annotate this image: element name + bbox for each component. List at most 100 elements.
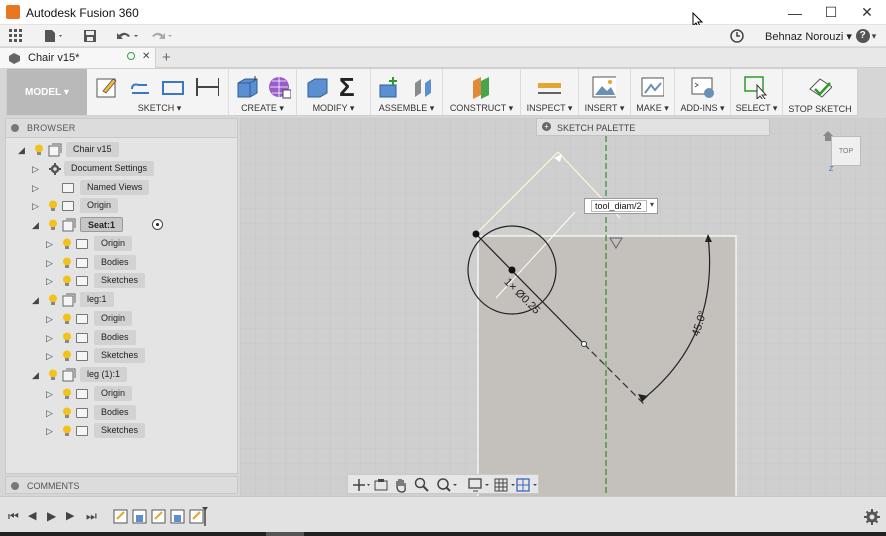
close-window-button[interactable]: ✕: [848, 0, 886, 25]
pan-hand-icon[interactable]: [394, 477, 408, 493]
select-group[interactable]: SELECT ▾: [731, 69, 783, 115]
visibility-bulb-icon[interactable]: [48, 369, 58, 381]
visibility-bulb-icon[interactable]: [62, 238, 72, 250]
job-status-button[interactable]: [729, 28, 745, 44]
browser-tree-row[interactable]: ◢ Seat:1: [32, 217, 237, 233]
expand-toggle-icon[interactable]: ◢: [18, 145, 27, 155]
look-at-icon[interactable]: [374, 478, 388, 492]
expand-toggle-icon[interactable]: ▷: [46, 426, 55, 436]
make-group[interactable]: MAKE ▾: [631, 69, 675, 115]
timeline-feature-component[interactable]: [132, 509, 147, 524]
dimension-input-caret[interactable]: ▾: [650, 200, 654, 209]
browser-tree-row[interactable]: ▷ Document Settings: [32, 160, 237, 177]
create-group[interactable]: CREATE ▾: [229, 69, 297, 115]
expand-toggle-icon[interactable]: ▷: [32, 164, 41, 174]
display-settings-icon[interactable]: [468, 477, 492, 493]
browser-tree-row[interactable]: ▷ Origin: [46, 385, 237, 402]
browser-header[interactable]: BROWSER: [6, 119, 237, 138]
timeline-feature-component[interactable]: [170, 509, 185, 524]
visibility-bulb-icon[interactable]: [62, 350, 72, 362]
browser-tree-row[interactable]: ◢ leg:1: [32, 292, 237, 308]
browser-tree-row[interactable]: ◢ Chair v15: [18, 142, 237, 158]
file-menu-button[interactable]: [42, 28, 66, 44]
view-cube[interactable]: TOP: [831, 136, 861, 166]
browser-tree-row[interactable]: ▷ Sketches: [46, 273, 237, 289]
visibility-bulb-icon[interactable]: [48, 219, 58, 231]
expand-palette-icon[interactable]: +: [542, 122, 551, 131]
home-view-icon[interactable]: [822, 130, 834, 142]
save-button[interactable]: [82, 28, 98, 44]
browser-tree-row[interactable]: ▷ Origin: [46, 310, 237, 327]
dimension-input-box[interactable]: tool_diam/2 ▾: [584, 198, 658, 214]
midpoint[interactable]: [581, 341, 587, 347]
browser-tree-row[interactable]: ▷ Sketches: [46, 348, 237, 364]
timeline-play-button[interactable]: ▶: [47, 509, 56, 523]
help-menu-button[interactable]: ? ▾: [853, 28, 879, 44]
close-tab-button[interactable]: ✕: [142, 51, 150, 62]
expand-toggle-icon[interactable]: ▷: [32, 201, 41, 211]
browser-tree-row[interactable]: ▷ Sketches: [46, 423, 237, 439]
expand-toggle-icon[interactable]: ◢: [32, 370, 41, 380]
expand-toggle-icon[interactable]: ▷: [32, 183, 41, 193]
construct-group[interactable]: CONSTRUCT ▾: [443, 69, 521, 115]
maximize-button[interactable]: ☐: [812, 0, 850, 25]
design-canvas[interactable]: 1× Ø0.25 45.0°: [240, 118, 886, 496]
redo-button[interactable]: [148, 28, 174, 44]
browser-tree-row[interactable]: ▷ Bodies: [46, 404, 237, 421]
stop-sketch-button[interactable]: STOP SKETCH: [783, 69, 857, 115]
sketch-group[interactable]: SKETCH ▾: [91, 69, 229, 115]
activate-component-radio[interactable]: [152, 219, 163, 230]
zoom-window-icon[interactable]: [436, 477, 460, 493]
gear-icon[interactable]: [864, 509, 880, 525]
expand-toggle-icon[interactable]: ▷: [46, 351, 55, 361]
circle-center-point[interactable]: [508, 266, 516, 274]
visibility-bulb-icon[interactable]: [48, 294, 58, 306]
sketch-point[interactable]: [472, 230, 480, 238]
expand-toggle-icon[interactable]: ▷: [46, 389, 55, 399]
browser-tree-row[interactable]: ▷ Named Views: [32, 179, 237, 196]
undo-button[interactable]: [114, 28, 140, 44]
minimize-button[interactable]: —: [776, 0, 814, 25]
scroll-thumb[interactable]: [266, 532, 304, 536]
new-tab-button[interactable]: +: [162, 49, 171, 66]
comments-panel[interactable]: COMMENTS: [5, 476, 238, 494]
expand-toggle-icon[interactable]: ◢: [32, 220, 41, 230]
visibility-bulb-icon[interactable]: [62, 275, 72, 287]
addins-group[interactable]: ADD-INS ▾: [675, 69, 731, 115]
user-account-menu[interactable]: Behnaz Norouzi ▾: [765, 30, 852, 43]
timeline-next-button[interactable]: ▶: [66, 509, 74, 522]
expand-toggle-icon[interactable]: ▷: [46, 258, 55, 268]
zoom-icon[interactable]: [414, 477, 430, 493]
visibility-bulb-icon[interactable]: [62, 425, 72, 437]
grid-icon[interactable]: [8, 28, 24, 44]
expand-toggle-icon[interactable]: ▷: [46, 276, 55, 286]
browser-tree-row[interactable]: ▷ Bodies: [46, 329, 237, 346]
insert-group[interactable]: INSERT ▾: [579, 69, 631, 115]
modify-group[interactable]: Σ MODIFY ▾: [297, 69, 371, 115]
visibility-bulb-icon[interactable]: [62, 332, 72, 344]
browser-tree-row[interactable]: ▷ Origin: [32, 198, 237, 214]
expand-toggle-icon[interactable]: ▷: [46, 408, 55, 418]
visibility-bulb-icon[interactable]: [62, 407, 72, 419]
timeline-feature-sketch[interactable]: [113, 509, 128, 524]
expand-toggle-icon[interactable]: ◢: [32, 295, 41, 305]
assemble-group[interactable]: ASSEMBLE ▾: [371, 69, 443, 115]
browser-tree-row[interactable]: ▷ Bodies: [46, 254, 237, 271]
document-tab[interactable]: Chair v15* ✕: [0, 48, 156, 68]
visibility-bulb-icon[interactable]: [62, 388, 72, 400]
workspace-switcher[interactable]: MODEL ▾: [7, 69, 87, 115]
grid-settings-icon[interactable]: [494, 477, 518, 493]
expand-toggle-icon[interactable]: ▷: [46, 314, 55, 324]
orbit-icon[interactable]: [352, 478, 370, 492]
expand-toggle-icon[interactable]: ▷: [46, 333, 55, 343]
timeline-last-button[interactable]: ⏭: [86, 509, 97, 524]
timeline-feature-sketch[interactable]: [151, 509, 166, 524]
visibility-bulb-icon[interactable]: [48, 200, 58, 212]
sketch-palette-panel[interactable]: + SKETCH PALETTE: [536, 118, 770, 136]
browser-tree-row[interactable]: ▷ Origin: [46, 235, 237, 252]
expand-toggle-icon[interactable]: ▷: [46, 239, 55, 249]
visibility-bulb-icon[interactable]: [62, 257, 72, 269]
browser-tree-row[interactable]: ◢ leg (1):1: [32, 367, 237, 383]
collapse-browser-icon[interactable]: [11, 124, 19, 132]
inspect-group[interactable]: INSPECT ▾: [521, 69, 579, 115]
